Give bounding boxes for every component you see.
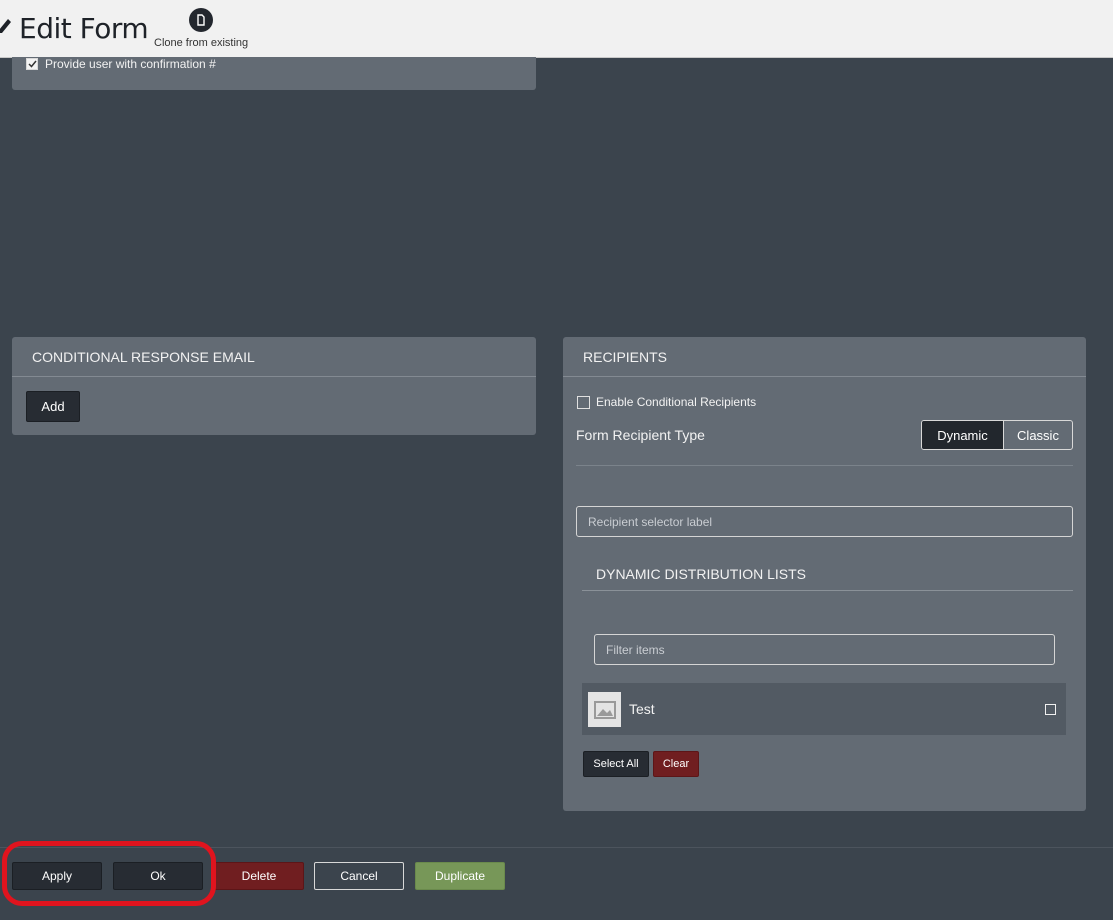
conditional-response-heading: CONDITIONAL RESPONSE EMAIL bbox=[12, 337, 536, 377]
confirmation-label: Provide user with confirmation # bbox=[45, 57, 216, 71]
recipients-heading: RECIPIENTS bbox=[563, 337, 1086, 377]
page-title: Edit Form bbox=[19, 12, 149, 45]
enable-conditional-label: Enable Conditional Recipients bbox=[596, 395, 757, 409]
clone-label: Clone from existing bbox=[154, 37, 249, 49]
highlight-annotation bbox=[2, 841, 216, 906]
add-button[interactable]: Add bbox=[26, 391, 80, 422]
recipient-type-toggle: Dynamic Classic bbox=[921, 420, 1073, 450]
recipients-panel: RECIPIENTS Enable Conditional Recipients… bbox=[563, 337, 1086, 811]
clone-button[interactable] bbox=[189, 8, 213, 32]
conditional-response-panel: CONDITIONAL RESPONSE EMAIL Add bbox=[12, 337, 536, 435]
select-all-button[interactable]: Select All bbox=[583, 751, 649, 777]
list-item[interactable]: Test bbox=[582, 683, 1066, 735]
pencil-icon bbox=[0, 19, 11, 33]
recipient-selector-input[interactable]: Recipient selector label bbox=[576, 506, 1073, 537]
list-item-label: Test bbox=[629, 701, 655, 717]
check-icon bbox=[27, 60, 37, 68]
type-classic-button[interactable]: Classic bbox=[1004, 421, 1072, 449]
confirmation-checkbox[interactable] bbox=[26, 58, 38, 70]
form-options-panel: Provide user with confirmation # bbox=[12, 57, 536, 90]
type-divider bbox=[576, 465, 1073, 466]
recipient-type-label: Form Recipient Type bbox=[576, 427, 705, 443]
document-icon bbox=[197, 14, 205, 26]
list-item-checkbox[interactable] bbox=[1045, 704, 1056, 715]
delete-button[interactable]: Delete bbox=[214, 862, 304, 890]
image-placeholder-icon bbox=[588, 692, 621, 727]
distribution-divider bbox=[582, 590, 1073, 591]
distribution-heading: DYNAMIC DISTRIBUTION LISTS bbox=[596, 566, 807, 582]
clear-button[interactable]: Clear bbox=[653, 751, 699, 777]
header-bar: Edit Form Clone from existing bbox=[0, 0, 1113, 58]
duplicate-button[interactable]: Duplicate bbox=[415, 862, 505, 890]
filter-items-input[interactable]: Filter items bbox=[594, 634, 1055, 665]
cancel-button[interactable]: Cancel bbox=[314, 862, 404, 890]
enable-conditional-checkbox[interactable] bbox=[577, 396, 590, 409]
type-dynamic-button[interactable]: Dynamic bbox=[922, 421, 1004, 449]
